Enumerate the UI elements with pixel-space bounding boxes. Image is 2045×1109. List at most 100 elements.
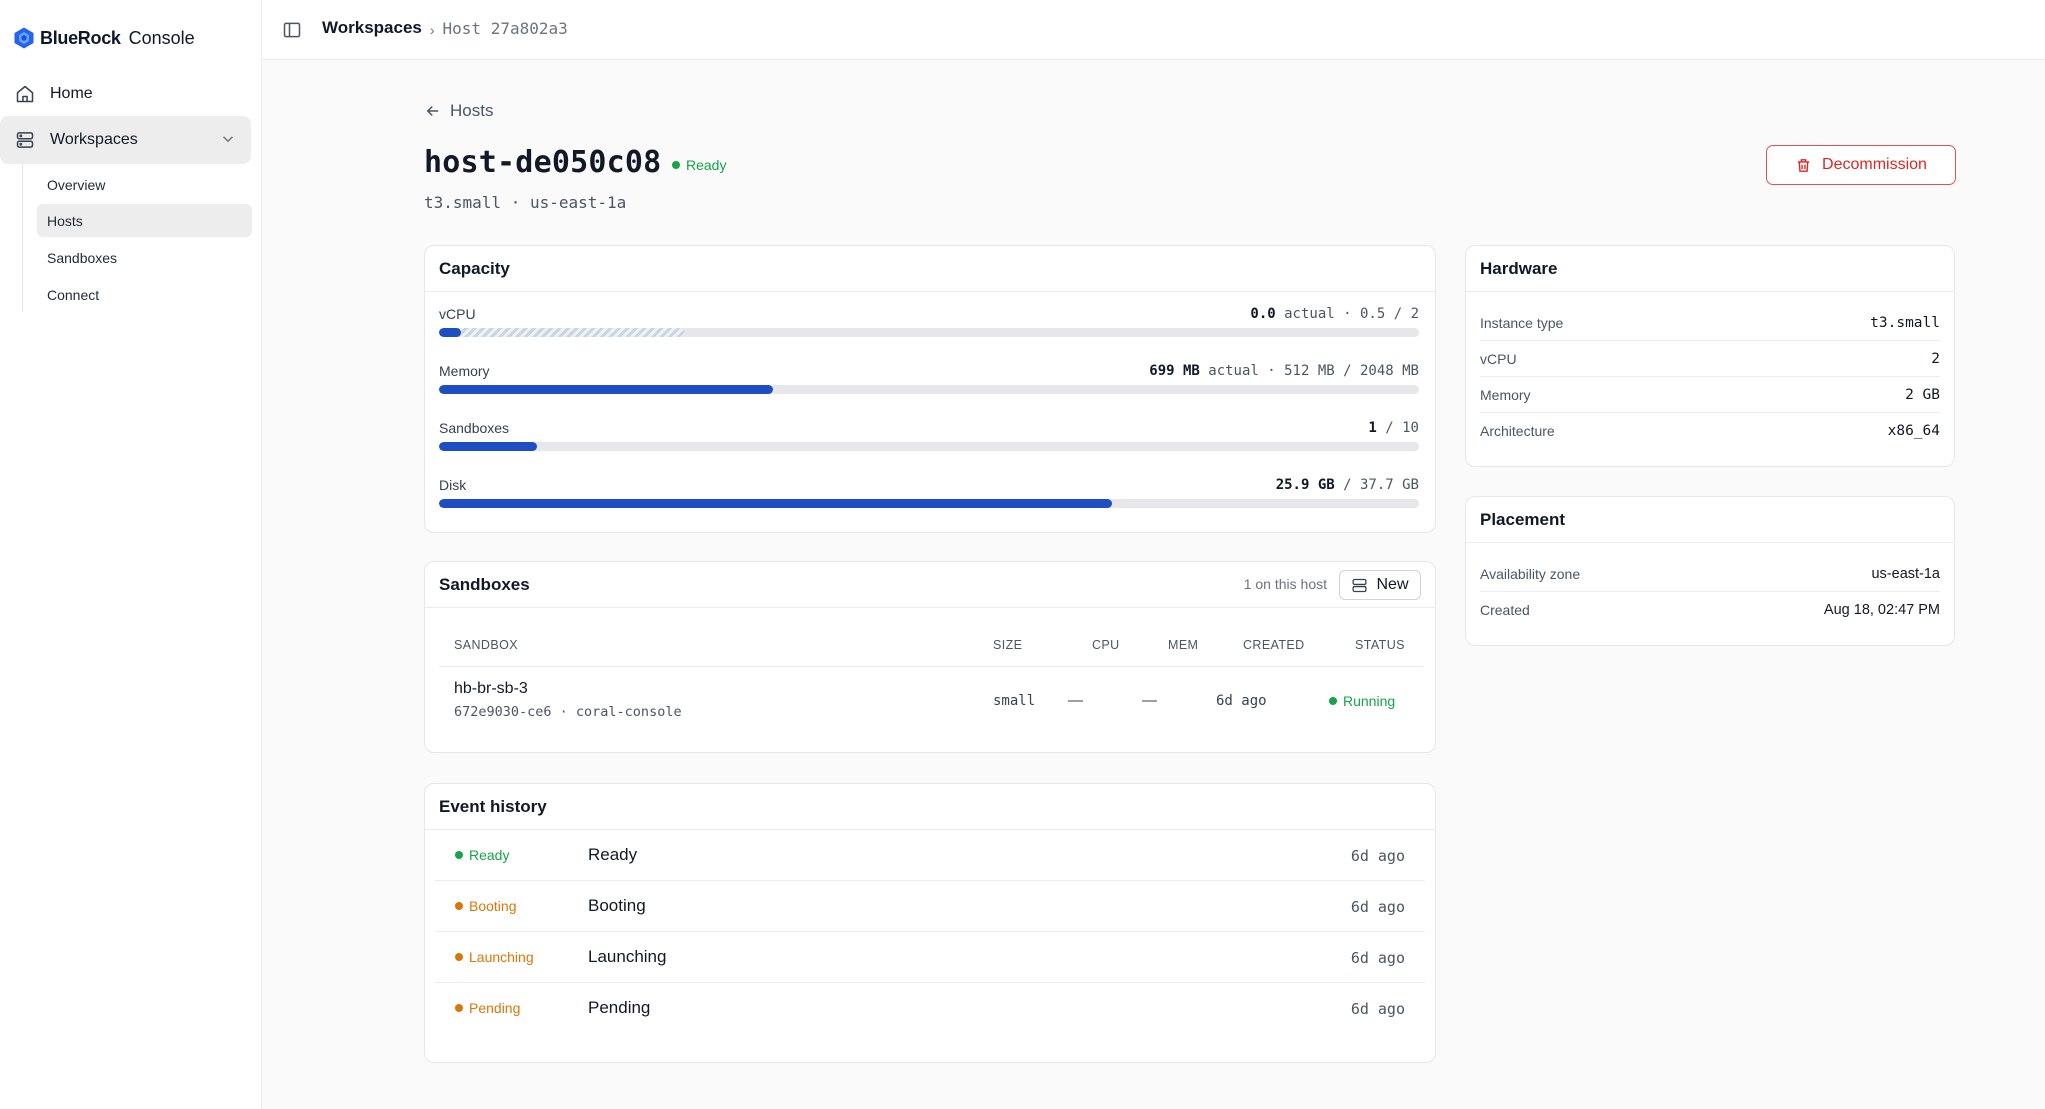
capacity-card: Capacity vCPU 0.0 actual · 0.5 / 2 Memor…: [424, 245, 1436, 533]
column-header-status: STATUS: [1355, 638, 1405, 652]
sandbox-status: Running: [1329, 693, 1395, 709]
status-dot-icon: [1329, 697, 1337, 705]
status-label: Ready: [686, 157, 727, 173]
brand-suffix: Console: [128, 27, 195, 48]
server-stack-icon: [14, 129, 36, 151]
event-time: 6d ago: [1350, 949, 1405, 967]
meter-value: 699 MB actual · 512 MB / 2048 MB: [1149, 363, 1419, 379]
event-text: Ready: [588, 845, 638, 864]
meter-value-secondary: / 10: [1376, 420, 1419, 436]
page-title: host-de050c08: [424, 145, 662, 180]
kv-key: Instance type: [1480, 315, 1564, 331]
event-text: Booting: [588, 896, 646, 915]
trash-icon: [1797, 158, 1810, 172]
kv-value: 2: [1931, 351, 1940, 367]
meter-track: [439, 499, 1419, 508]
meter-value: 0.0 actual · 0.5 / 2: [1250, 306, 1419, 322]
breadcrumb-current: Host 27a802a3: [442, 18, 568, 38]
meter-fill: [439, 385, 774, 394]
meter-value: 1 / 10: [1368, 420, 1419, 436]
event-time: 6d ago: [1350, 1000, 1405, 1018]
kv-value: Aug 18, 02:47 PM: [1823, 602, 1940, 618]
brand-name: BlueRock: [40, 27, 121, 48]
sandboxes-title: Sandboxes: [439, 574, 530, 594]
meter-value-secondary: actual · 0.5 / 2: [1275, 306, 1419, 322]
event-row: Launching Launching 6d ago: [435, 932, 1425, 983]
new-sandbox-button[interactable]: New: [1339, 570, 1421, 600]
meter-track: [439, 442, 1419, 451]
sandboxes-count: 1 on this host: [1243, 576, 1327, 592]
decommission-button[interactable]: Decommission: [1766, 145, 1956, 185]
event-text: Launching: [588, 947, 667, 966]
event-row: Pending Pending 6d ago: [435, 983, 1425, 1034]
meter-disk: Disk 25.9 GB / 37.7 GB: [439, 477, 1419, 521]
kv-value: x86_64: [1887, 423, 1940, 439]
workspaces-subnav: Overview Hosts Sandboxes Connect: [22, 164, 252, 312]
column-header-size: SIZE: [993, 638, 1023, 652]
sandbox-name[interactable]: hb-br-sb-3: [454, 680, 528, 698]
meter-fill: [439, 328, 461, 337]
kv-key: vCPU: [1480, 351, 1517, 367]
subnav-item-overview[interactable]: Overview: [37, 168, 252, 201]
status-dot-icon: [455, 1004, 463, 1012]
column-header-cpu: CPU: [1092, 638, 1120, 652]
meter-value-secondary: actual · 512 MB / 2048 MB: [1199, 363, 1419, 379]
meter-value-primary: 1: [1368, 420, 1377, 436]
status-dot-icon: [672, 161, 680, 169]
placement-title: Placement: [1466, 497, 1954, 543]
capacity-title: Capacity: [425, 246, 1435, 292]
back-link[interactable]: Hosts: [424, 101, 493, 121]
table-divider: [439, 666, 1423, 667]
event-row: Booting Booting 6d ago: [435, 881, 1425, 932]
event-history-card: Event history Ready Ready 6d ago Booting…: [424, 783, 1436, 1063]
chevron-down-icon[interactable]: [219, 130, 237, 148]
top-bar: Workspaces › Host 27a802a3: [262, 0, 2045, 60]
subnav-item-connect[interactable]: Connect: [37, 278, 252, 311]
sandbox-status-label: Running: [1343, 693, 1396, 709]
meter-memory: Memory 699 MB actual · 512 MB / 2048 MB: [439, 363, 1419, 407]
subnav-item-hosts[interactable]: Hosts: [37, 204, 252, 237]
hardware-row-vcpu: vCPU 2: [1480, 341, 1940, 377]
home-icon: [14, 83, 36, 105]
sidebar-item-workspaces[interactable]: Workspaces: [0, 116, 251, 164]
sidebar-item-home[interactable]: Home: [0, 70, 251, 118]
sandbox-size: small: [993, 693, 1036, 709]
back-link-label: Hosts: [450, 101, 494, 120]
hardware-row-instance-type: Instance type t3.small: [1480, 305, 1940, 341]
sidebar-item-label: Workspaces: [50, 131, 138, 148]
event-history-title: Event history: [425, 784, 1435, 830]
subnav-item-sandboxes[interactable]: Sandboxes: [37, 241, 252, 274]
meter-track: [439, 328, 1419, 337]
status-dot-icon: [455, 953, 463, 961]
meter-label: vCPU: [439, 306, 476, 322]
meter-fill: [439, 499, 1113, 508]
kv-key: Availability zone: [1480, 566, 1581, 582]
meter-value-primary: 699 MB: [1149, 363, 1200, 379]
kv-key: Created: [1480, 602, 1530, 618]
placement-row-created: Created Aug 18, 02:47 PM: [1480, 592, 1940, 628]
page-subtitle: t3.small · us-east-1a: [424, 193, 627, 212]
breadcrumb-workspaces[interactable]: Workspaces: [322, 18, 422, 38]
status-dot-icon: [455, 902, 463, 910]
sidebar-toggle-icon[interactable]: [282, 20, 302, 40]
sandbox-mem: —: [1142, 692, 1157, 709]
arrow-left-icon: [426, 105, 439, 117]
main-content: Hosts host-de050c08 Ready t3.small · us-…: [262, 61, 2045, 1109]
meter-reserved: [439, 328, 684, 337]
sidebar-item-label: Home: [50, 85, 93, 102]
brand[interactable]: BlueRock Console: [12, 24, 195, 52]
meter-label: Sandboxes: [439, 420, 510, 436]
column-header-sandbox: SANDBOX: [454, 638, 518, 652]
event-badge-label: Launching: [469, 949, 534, 965]
event-time: 6d ago: [1350, 847, 1405, 865]
kv-value: 2 GB: [1905, 387, 1940, 403]
decommission-label: Decommission: [1822, 156, 1927, 173]
column-header-created: CREATED: [1243, 638, 1305, 652]
sandbox-cpu: —: [1068, 692, 1083, 709]
meter-value: 25.9 GB / 37.7 GB: [1276, 477, 1419, 493]
event-row: Ready Ready 6d ago: [435, 830, 1425, 881]
server-stack-icon: [1352, 578, 1367, 592]
hardware-title: Hardware: [1466, 246, 1954, 292]
meter-sandboxes: Sandboxes 1 / 10: [439, 420, 1419, 464]
kv-value: t3.small: [1870, 315, 1940, 331]
